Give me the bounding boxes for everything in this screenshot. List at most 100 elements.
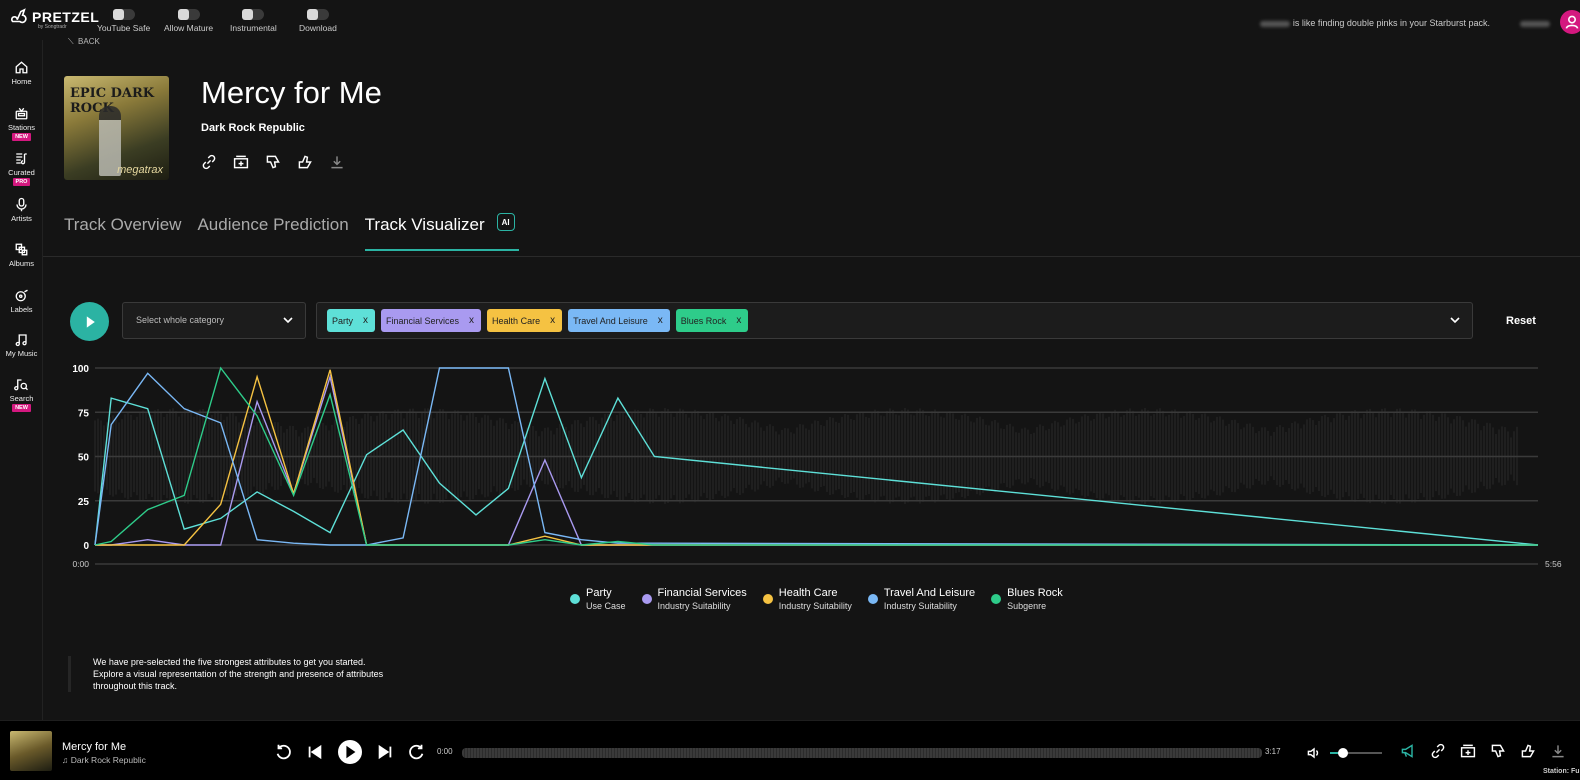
remove-chip-icon[interactable]: x: [550, 315, 555, 326]
sidebar-item-my-music[interactable]: My Music: [0, 332, 43, 358]
artist-mic-icon: ♫: [62, 755, 71, 765]
volume-slider[interactable]: [1330, 748, 1382, 758]
back-arrow-icon: ⟍: [68, 37, 79, 46]
chip-financial-services[interactable]: Financial Services x: [381, 309, 482, 332]
thumbs-up-icon[interactable]: [297, 154, 313, 170]
player-artist-name: Dark Rock Republic: [70, 755, 146, 765]
legend-dot-icon: [641, 594, 652, 604]
y-tick-label: 50: [78, 453, 90, 464]
tab-bar: Track Overview Audience Prediction Track…: [64, 213, 519, 251]
toggle-label: Download: [299, 23, 337, 33]
toggle-youtube-safe[interactable]: YouTube Safe: [97, 9, 150, 33]
chip-blues-rock[interactable]: Blues Rock x: [675, 309, 749, 332]
playback-controls: [274, 740, 426, 764]
player-cover[interactable]: [10, 731, 52, 771]
sidebar-item-label: Home: [11, 77, 32, 86]
play-icon: [346, 745, 356, 759]
toggle-instrumental[interactable]: Instrumental: [230, 9, 277, 33]
back-link[interactable]: ⟍ BACK: [68, 37, 100, 47]
track-artist[interactable]: Dark Rock Republic: [201, 122, 305, 134]
thumbs-down-icon[interactable]: [265, 154, 281, 170]
user-avatar[interactable]: [1560, 10, 1580, 34]
toggle-switch[interactable]: [177, 9, 200, 20]
search-music-icon: [14, 379, 28, 391]
volume-knob[interactable]: [1338, 748, 1348, 758]
legend-sub: Use Case: [586, 601, 626, 611]
time-current: 0:00: [437, 747, 453, 756]
visualizer-play-button[interactable]: [70, 302, 109, 341]
albums-icon: [15, 243, 28, 256]
music-note-icon: [15, 334, 27, 347]
megaphone-icon[interactable]: [1400, 743, 1416, 759]
remove-chip-icon[interactable]: x: [469, 315, 474, 326]
sidebar-item-stations[interactable]: Stations NEW: [0, 106, 43, 141]
thumbs-down-icon[interactable]: [1490, 743, 1506, 759]
chip-label: Blues Rock: [680, 315, 727, 326]
player-play-button[interactable]: [338, 740, 362, 764]
tab-track-visualizer[interactable]: Track Visualizer AI: [364, 213, 519, 251]
album-cover: EPIC DARK ROCK megatrax: [64, 76, 169, 180]
tab-divider: [43, 256, 1580, 257]
sidebar-item-label: Search: [9, 394, 34, 403]
sidebar: Home Stations NEW Curated PRO Artists Al…: [0, 40, 43, 720]
remove-chip-icon[interactable]: x: [736, 315, 741, 326]
legend-sub: Subgenre: [1007, 601, 1047, 611]
sidebar-item-curated[interactable]: Curated PRO: [0, 151, 43, 186]
thumbs-up-icon[interactable]: [1520, 743, 1536, 759]
player-artist[interactable]: ♫ Dark Rock Republic: [62, 755, 146, 765]
previous-track-icon[interactable]: [306, 743, 324, 761]
sidebar-item-labels[interactable]: Labels: [0, 288, 43, 314]
legend-dot-icon: [991, 594, 1002, 604]
link-icon[interactable]: [201, 154, 217, 170]
tab-track-overview[interactable]: Track Overview: [64, 215, 181, 251]
tab-audience-prediction[interactable]: Audience Prediction: [197, 215, 348, 251]
player-track-title[interactable]: Mercy for Me: [62, 741, 126, 753]
sidebar-item-home[interactable]: Home: [0, 60, 43, 86]
reset-button[interactable]: Reset: [1506, 315, 1536, 327]
toggle-switch[interactable]: [242, 9, 265, 20]
x-end-label: 5:56: [1545, 559, 1562, 569]
toggle-allow-mature[interactable]: Allow Mature: [164, 9, 213, 33]
remove-chip-icon[interactable]: x: [658, 315, 663, 326]
legend-item: Financial Services Industry Suitability: [641, 587, 747, 611]
info-note: We have pre-selected the five strongest …: [68, 656, 408, 692]
chip-party[interactable]: Party x: [327, 309, 376, 332]
toggle-switch[interactable]: [112, 9, 135, 20]
rewind-icon[interactable]: [274, 743, 292, 761]
station-label: Station: Fu: [1543, 768, 1580, 775]
legend-name: Financial Services: [657, 587, 747, 599]
download-icon[interactable]: [1550, 743, 1566, 759]
sidebar-item-artists[interactable]: Artists: [0, 197, 43, 223]
back-label: BACK: [78, 37, 100, 46]
pro-badge: PRO: [12, 178, 31, 186]
sidebar-item-albums[interactable]: Albums: [0, 242, 43, 268]
sidebar-item-search[interactable]: Search NEW: [0, 377, 43, 412]
y-tick-label: 25: [78, 497, 90, 508]
legend-dot-icon: [762, 594, 773, 604]
toggle-label: Instrumental: [230, 23, 277, 33]
toggle-download[interactable]: Download: [299, 9, 337, 33]
waveform-seekbar[interactable]: [462, 748, 1262, 758]
chip-label: Party: [332, 315, 354, 326]
chip-health-care[interactable]: Health Care x: [487, 309, 563, 332]
note-line: throughout this track.: [93, 681, 178, 691]
chip-travel-and-leisure[interactable]: Travel And Leisure x: [568, 309, 670, 332]
toggle-label: Allow Mature: [164, 23, 214, 33]
pretzel-logo[interactable]: PRETZEL by Songtradr: [10, 8, 99, 30]
attribute-multiselect[interactable]: Party x Financial Services x Health Care x …: [316, 302, 1473, 339]
remove-chip-icon[interactable]: x: [363, 315, 368, 326]
ai-chip-icon: AI: [496, 213, 515, 231]
link-icon[interactable]: [1430, 743, 1446, 759]
volume-icon[interactable]: [1306, 745, 1322, 761]
toggle-switch[interactable]: [306, 9, 329, 20]
message-of-the-day: is like finding double pinks in your Sta…: [1260, 18, 1490, 28]
download-icon[interactable]: [329, 154, 345, 170]
sidebar-item-label: Curated: [8, 168, 35, 177]
chevron-down-icon[interactable]: [1450, 315, 1460, 325]
add-to-playlist-icon[interactable]: [1460, 743, 1476, 759]
category-select[interactable]: Select whole category: [122, 302, 306, 339]
next-track-icon[interactable]: [376, 743, 394, 761]
forward-icon[interactable]: [408, 743, 426, 761]
add-to-playlist-icon[interactable]: [233, 154, 249, 170]
legend-dot-icon: [570, 594, 580, 604]
